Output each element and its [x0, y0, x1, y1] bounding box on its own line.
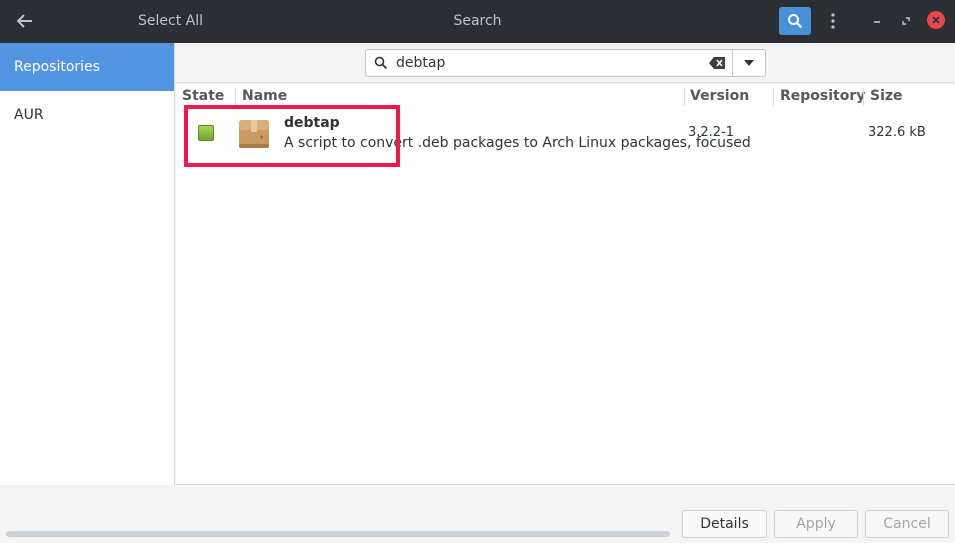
- header-bar: Select All Search: [0, 0, 955, 43]
- sidebar-item-label: Repositories: [14, 59, 100, 75]
- search-options-dropdown[interactable]: [732, 49, 766, 77]
- cancel-button[interactable]: Cancel: [865, 510, 949, 538]
- back-button[interactable]: [12, 9, 38, 33]
- column-separator: [773, 88, 774, 106]
- minimize-button[interactable]: [867, 11, 887, 31]
- column-separator: [863, 88, 864, 106]
- package-description: A script to convert .deb packages to Arc…: [284, 135, 751, 151]
- progress-bar: [6, 531, 670, 537]
- search-icon: [374, 56, 388, 70]
- installed-state-checkbox[interactable]: [198, 125, 214, 141]
- details-button[interactable]: Details: [682, 510, 767, 538]
- bottom-bar: Details Apply Cancel: [0, 485, 955, 543]
- sidebar-item-repositories[interactable]: Repositories: [0, 43, 174, 91]
- column-separator: [684, 88, 685, 106]
- column-header-version[interactable]: Version: [690, 88, 749, 104]
- menu-button[interactable]: [823, 9, 843, 33]
- search-input[interactable]: debtap: [365, 49, 733, 77]
- column-separator: [235, 88, 236, 106]
- column-header-state[interactable]: State: [182, 88, 224, 104]
- maximize-button[interactable]: [896, 11, 916, 31]
- arrow-left-icon: [17, 14, 32, 28]
- search-toggle-button[interactable]: [779, 7, 811, 35]
- sidebar-item-label: AUR: [14, 107, 44, 123]
- package-name: debtap: [284, 115, 340, 131]
- clear-text-icon[interactable]: [709, 57, 725, 69]
- sidebar-item-aur[interactable]: AUR: [0, 91, 174, 139]
- package-version: 3.2.2-1: [688, 125, 735, 140]
- maximize-icon: [902, 17, 910, 25]
- close-icon: [932, 16, 940, 24]
- apply-button[interactable]: Apply: [774, 510, 858, 538]
- column-header-name[interactable]: Name: [242, 88, 287, 104]
- package-icon: [239, 120, 269, 148]
- search-icon: [788, 14, 803, 29]
- column-header-repository[interactable]: Repository: [780, 88, 865, 104]
- close-button[interactable]: [927, 11, 945, 29]
- kebab-menu-icon: [831, 13, 835, 29]
- package-size: 322.6 kB: [868, 125, 926, 140]
- table-row[interactable]: debtap A script to convert .deb packages…: [176, 110, 955, 158]
- search-bar: debtap: [176, 43, 955, 83]
- sidebar: Repositories AUR: [0, 43, 175, 485]
- search-input-value: debtap: [396, 55, 446, 71]
- select-all-button[interactable]: Select All: [138, 13, 203, 29]
- column-header-size[interactable]: Size: [870, 88, 903, 104]
- minimize-icon: [874, 21, 880, 23]
- chevron-down-icon: [744, 60, 754, 66]
- package-list: State Name Version Repository Size debta…: [176, 84, 955, 485]
